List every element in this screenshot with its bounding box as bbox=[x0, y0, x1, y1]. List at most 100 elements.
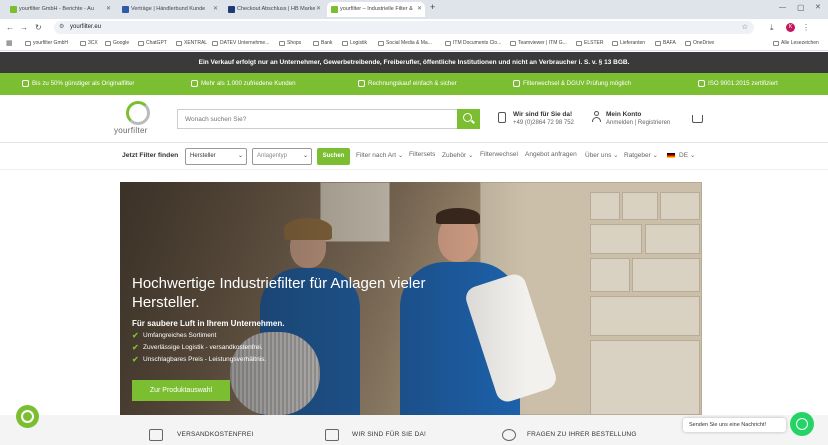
all-bookmarks-link[interactable]: Alle Lesezeichen bbox=[773, 39, 819, 48]
bookmark-item[interactable]: XENTRAL bbox=[176, 39, 207, 48]
nav-filter-change[interactable]: Filterwechsel bbox=[480, 151, 518, 158]
chevron-down-icon: ⌄ bbox=[302, 153, 308, 159]
contact-phone[interactable]: +49 (0)2864 72 98 752 bbox=[513, 120, 574, 126]
certificate-icon bbox=[698, 80, 705, 87]
hero-title: Hochwertige Industriefilter für Anlagen … bbox=[132, 275, 426, 311]
folder-icon bbox=[773, 41, 779, 46]
contact-title: Wir sind für Sie da! bbox=[513, 111, 573, 118]
close-icon[interactable]: ✕ bbox=[106, 2, 111, 17]
bookmark-icon bbox=[445, 41, 451, 46]
url-text: yourfilter.eu bbox=[70, 24, 102, 30]
usp-item: Bis zu 50% günstiger als Originalfilter bbox=[22, 73, 134, 95]
bookmark-item[interactable]: 3CX bbox=[80, 39, 98, 48]
tab-title: Verträge | Händlerbund Kunde bbox=[131, 6, 206, 12]
whatsapp-icon bbox=[796, 418, 808, 430]
bookmark-item[interactable]: ChatGPT bbox=[138, 39, 167, 48]
bookmark-icon bbox=[279, 41, 285, 46]
browser-tab[interactable]: Checkout Abschluss | HB Marke ✕ bbox=[224, 2, 324, 17]
filter-change-icon bbox=[513, 80, 520, 87]
cookie-settings-button[interactable] bbox=[16, 405, 39, 428]
nav-filter-by-type[interactable]: Filter nach Art ⌄ bbox=[356, 151, 403, 159]
chat-prompt[interactable]: Senden Sie uns eine Nachricht! bbox=[683, 418, 786, 432]
tab-favicon-icon bbox=[228, 6, 235, 13]
profile-avatar[interactable]: K bbox=[786, 23, 795, 32]
filter-search-button[interactable]: Suchen bbox=[317, 148, 350, 165]
browser-tab[interactable]: Verträge | Händlerbund Kunde ✕ bbox=[118, 2, 221, 17]
close-icon[interactable]: ✕ bbox=[213, 2, 218, 17]
forward-icon[interactable]: → bbox=[20, 22, 28, 33]
bookmark-icon bbox=[576, 41, 582, 46]
download-icon[interactable]: ⤓ bbox=[770, 22, 774, 33]
bookmark-item[interactable]: Lieferanten bbox=[612, 39, 645, 48]
nav-filtersets[interactable]: Filtersets bbox=[409, 151, 435, 158]
star-icon[interactable]: ☆ bbox=[742, 21, 748, 34]
nav-request-quote[interactable]: Angebot anfragen bbox=[525, 151, 577, 158]
search-input[interactable] bbox=[177, 109, 457, 129]
checkmark-icon: ✔ bbox=[132, 355, 139, 364]
chevron-down-icon: ⌄ bbox=[237, 153, 243, 159]
bookmark-icon bbox=[80, 41, 86, 46]
browser-tab-bar: yourfilter GmbH - Berichte - Au ✕ Verträ… bbox=[0, 0, 828, 19]
tab-title: yourfilter – Industrielle Filter & bbox=[340, 6, 413, 12]
reload-icon[interactable]: ↻ bbox=[35, 22, 42, 33]
b2b-notice-bar: Ein Verkauf erfolgt nur an Unternehmer, … bbox=[0, 52, 828, 73]
bookmark-icon bbox=[138, 41, 144, 46]
site-logo[interactable]: yourfilter bbox=[114, 101, 164, 137]
bookmark-item[interactable]: Google bbox=[105, 39, 129, 48]
bookmark-item[interactable]: DATEV Unternehme... bbox=[212, 39, 269, 48]
language-switcher[interactable]: DE ⌄ bbox=[679, 151, 695, 159]
german-flag-icon bbox=[667, 153, 675, 158]
manufacturer-select[interactable]: Hersteller ⌄ bbox=[185, 148, 247, 165]
tab-favicon-icon bbox=[122, 6, 129, 13]
login-register-link[interactable]: Anmelden | Registrieren bbox=[606, 120, 670, 126]
bookmark-item[interactable]: ITM Documents Clo... bbox=[445, 39, 501, 48]
nav-about-us[interactable]: Über uns ⌄ bbox=[585, 151, 619, 159]
apps-icon[interactable]: ▦ bbox=[6, 39, 13, 47]
feature-support: WIR SIND FÜR SIE DA! bbox=[352, 431, 427, 438]
bookmark-item[interactable]: OneDrive bbox=[685, 39, 714, 48]
feature-order-questions: FRAGEN ZU IHRER BESTELLUNG bbox=[527, 431, 637, 438]
back-icon[interactable]: ← bbox=[6, 22, 14, 33]
system-type-select[interactable]: Anlagentyp ⌄ bbox=[252, 148, 312, 165]
maximize-icon[interactable]: ▢ bbox=[797, 3, 805, 12]
bookmark-icon bbox=[25, 41, 31, 46]
browser-tab-active[interactable]: yourfilter – Industrielle Filter & ✕ bbox=[327, 2, 425, 17]
extensions-icon[interactable]: ⋮ bbox=[802, 22, 810, 33]
hero-check-item: ✔ Umfangreiches Sortiment bbox=[132, 331, 217, 340]
browser-toolbar: ← → ↻ ⚙ yourfilter.eu ☆ ⤓ K ⋮ bbox=[0, 19, 828, 36]
new-tab-button[interactable]: + bbox=[430, 2, 435, 12]
bookmark-item[interactable]: Shops bbox=[279, 39, 301, 48]
site-header: yourfilter Wir sind für Sie da! +49 (0)2… bbox=[0, 95, 828, 143]
bookmark-item[interactable]: Teamviewer | ITM G... bbox=[510, 39, 567, 48]
checkmark-icon: ✔ bbox=[132, 343, 139, 352]
nav-accessories[interactable]: Zubehör ⌄ bbox=[442, 151, 473, 159]
close-icon[interactable]: ✕ bbox=[316, 2, 321, 17]
bookmark-item[interactable]: ELSTER bbox=[576, 39, 603, 48]
close-icon[interactable]: ✕ bbox=[417, 2, 422, 17]
bookmark-item[interactable]: yourfilter GmbH bbox=[25, 39, 68, 48]
user-icon[interactable] bbox=[592, 111, 601, 123]
filter-navigation: Jetzt Filter finden Hersteller ⌄ Anlagent… bbox=[0, 143, 828, 170]
usp-item: ISO 9001:2015 zertifiziert bbox=[698, 73, 778, 95]
nav-guide[interactable]: Ratgeber ⌄ bbox=[624, 151, 658, 159]
bookmark-item[interactable]: BAFA bbox=[655, 39, 676, 48]
address-bar[interactable]: ⚙ yourfilter.eu ☆ bbox=[54, 21, 754, 34]
whatsapp-button[interactable] bbox=[790, 412, 814, 436]
tab-title: yourfilter GmbH - Berichte - Au bbox=[19, 6, 94, 12]
product-selection-button[interactable]: Zur Produktauswahl bbox=[132, 380, 230, 401]
cart-icon[interactable] bbox=[692, 115, 703, 123]
browser-tab[interactable]: yourfilter GmbH - Berichte - Au ✕ bbox=[6, 2, 114, 17]
bookmark-item[interactable]: Social Media & Ma... bbox=[378, 39, 432, 48]
minimize-icon[interactable]: — bbox=[779, 4, 786, 11]
bookmark-icon bbox=[342, 41, 348, 46]
bookmark-item[interactable]: Logistik bbox=[342, 39, 367, 48]
cookie-icon bbox=[21, 410, 34, 423]
search-button[interactable] bbox=[457, 109, 480, 129]
usp-bar: Bis zu 50% günstiger als Originalfilter … bbox=[0, 73, 828, 95]
bookmark-item[interactable]: Bank bbox=[313, 39, 332, 48]
site-info-icon[interactable]: ⚙ bbox=[59, 21, 64, 34]
hero-check-item: ✔ Unschlagbares Preis - Leistungsverhältn… bbox=[132, 355, 267, 364]
window-close-icon[interactable]: ✕ bbox=[815, 3, 821, 11]
bookmark-icon bbox=[612, 41, 618, 46]
account-title[interactable]: Mein Konto bbox=[606, 111, 641, 118]
